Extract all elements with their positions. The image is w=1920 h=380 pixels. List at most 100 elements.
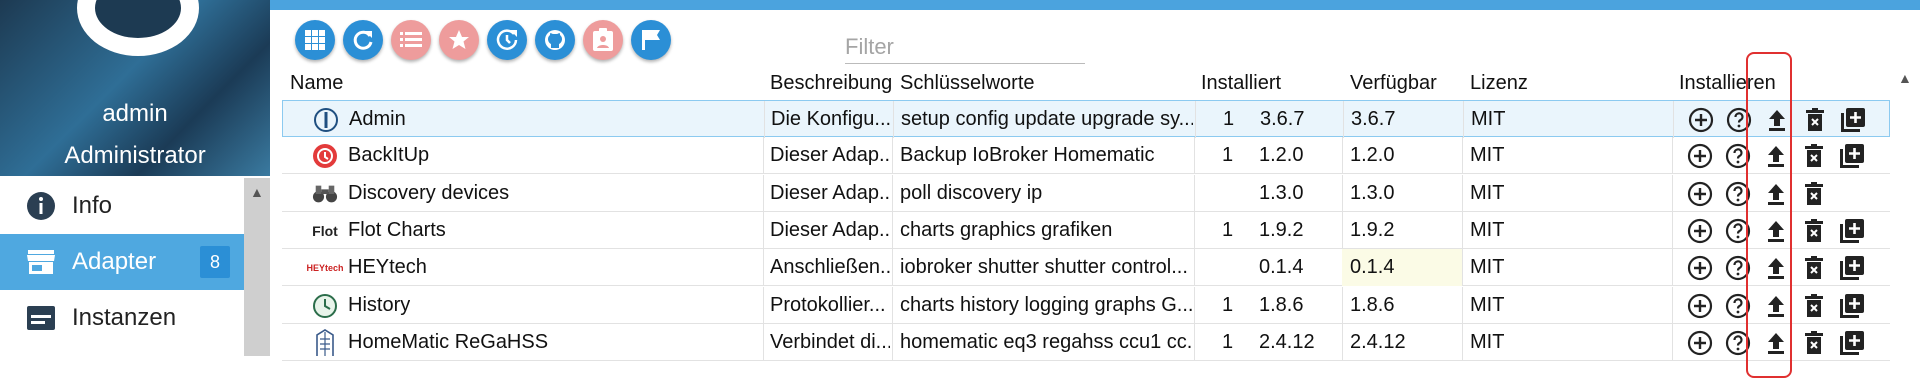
add-instance-icon[interactable] xyxy=(1686,217,1714,245)
delete-icon[interactable] xyxy=(1800,329,1828,357)
sidebar-item-adapter[interactable]: Adapter 8 xyxy=(0,234,244,290)
delete-icon[interactable] xyxy=(1800,254,1828,282)
column-divider xyxy=(1672,211,1673,249)
table-row[interactable]: History Protokollier... charts history log… xyxy=(282,286,1890,324)
heytech-icon: HEYtech xyxy=(306,263,344,274)
tile-view-button[interactable] xyxy=(295,20,335,60)
column-divider xyxy=(1672,137,1673,175)
filter-input[interactable] xyxy=(845,30,1085,64)
add-instance-icon[interactable] xyxy=(1686,180,1714,208)
sidebar-scrollbar[interactable]: ▲ xyxy=(244,178,270,356)
table-row[interactable]: Discovery devices Dieser Adap... poll disc… xyxy=(282,174,1890,212)
instances-icon xyxy=(26,303,56,333)
table-row[interactable]: Admin Die Konfigu... setup config update u… xyxy=(282,100,1890,138)
available-version: 1.9.2 xyxy=(1350,218,1395,241)
table-row[interactable]: Flot Flot Charts Dieser Adap... charts grap… xyxy=(282,211,1890,249)
column-divider xyxy=(1672,174,1673,212)
add-instance-icon[interactable] xyxy=(1687,106,1715,134)
col-header-available[interactable]: Verfügbar xyxy=(1350,66,1437,100)
adapter-name: History xyxy=(348,293,411,316)
installed-version: 1.9.2 xyxy=(1259,218,1304,241)
column-divider xyxy=(1194,249,1195,287)
column-divider xyxy=(1462,174,1463,212)
install-specific-version-icon[interactable] xyxy=(1838,254,1866,282)
col-header-keywords[interactable]: Schlüsselworte xyxy=(900,66,1035,100)
license: MIT xyxy=(1471,108,1506,130)
available-version: 2.4.12 xyxy=(1350,330,1406,353)
adapter-name: Discovery devices xyxy=(348,181,510,204)
column-divider xyxy=(763,137,764,175)
adapter-keywords: iobroker shutter shutter control... xyxy=(900,256,1188,279)
updates-button[interactable] xyxy=(487,20,527,60)
list-view-button[interactable] xyxy=(391,20,431,60)
top-bar xyxy=(270,0,1920,10)
column-divider xyxy=(763,286,764,324)
toolbar xyxy=(295,20,671,60)
adapter-name: Flot Charts xyxy=(348,218,446,241)
github-button[interactable] xyxy=(535,20,575,60)
store-icon xyxy=(26,247,56,277)
add-instance-icon[interactable] xyxy=(1686,292,1714,320)
table-row[interactable]: HEYtech HEYtech Anschließen... iobroker shu… xyxy=(282,249,1890,287)
column-divider xyxy=(764,101,765,138)
instance-count: 1 xyxy=(1223,108,1235,130)
sidebar-item-label: Adapter xyxy=(72,248,157,275)
scroll-up-icon[interactable]: ▲ xyxy=(250,184,264,200)
favorites-button[interactable] xyxy=(439,20,479,60)
col-header-installed[interactable]: Installiert xyxy=(1201,66,1281,100)
user-profile: admin Administrator xyxy=(0,0,270,176)
delete-icon[interactable] xyxy=(1800,217,1828,245)
column-divider xyxy=(1462,323,1463,361)
info-icon xyxy=(26,191,56,221)
instance-count: 1 xyxy=(1222,293,1234,316)
installed-version: 1.2.0 xyxy=(1259,144,1304,167)
refresh-button[interactable] xyxy=(343,20,383,60)
column-divider xyxy=(1672,249,1673,287)
delete-icon[interactable] xyxy=(1801,106,1829,134)
col-header-license[interactable]: Lizenz xyxy=(1470,66,1528,100)
column-divider xyxy=(1194,286,1195,324)
flag-button[interactable] xyxy=(631,20,671,60)
table-scrollbar[interactable]: ▲ xyxy=(1890,66,1920,356)
update-clock-icon xyxy=(496,29,518,50)
column-divider xyxy=(763,211,764,249)
available-version: 1.3.0 xyxy=(1350,181,1395,204)
instance-count: 1 xyxy=(1222,218,1234,241)
col-header-description[interactable]: Beschreibung xyxy=(770,66,892,100)
sidebar-item-instances[interactable]: Instanzen xyxy=(0,290,244,346)
column-divider xyxy=(1195,101,1196,138)
column-divider xyxy=(1672,323,1673,361)
delete-icon[interactable] xyxy=(1800,142,1828,170)
app-root: admin Administrator ▲ Info Adapter 8 Ins… xyxy=(0,0,1920,380)
sidebar-item-label: Instanzen xyxy=(72,304,177,331)
license: MIT xyxy=(1470,293,1505,316)
column-divider xyxy=(1194,174,1195,212)
delete-icon[interactable] xyxy=(1800,292,1828,320)
table-row[interactable]: BackItUp Dieser Adap... Backup IoBroker Ho… xyxy=(282,137,1890,175)
add-instance-icon[interactable] xyxy=(1686,142,1714,170)
column-divider xyxy=(892,249,893,287)
column-divider xyxy=(1462,137,1463,175)
sidebar-item-label: Info xyxy=(72,192,113,219)
binoculars-icon xyxy=(312,181,338,207)
clipboard-button[interactable] xyxy=(583,20,623,60)
sidebar-item-info[interactable]: Info xyxy=(0,178,244,234)
add-instance-icon[interactable] xyxy=(1686,254,1714,282)
flot-icon: Flot xyxy=(312,222,338,239)
backitup-icon xyxy=(312,143,338,169)
install-specific-version-icon[interactable] xyxy=(1838,292,1866,320)
column-divider xyxy=(1462,211,1463,249)
install-specific-version-icon[interactable] xyxy=(1838,217,1866,245)
installed-version: 3.6.7 xyxy=(1260,108,1305,130)
add-instance-icon[interactable] xyxy=(1686,329,1714,357)
delete-icon[interactable] xyxy=(1800,180,1828,208)
col-header-name[interactable]: Name xyxy=(290,66,343,100)
install-specific-version-icon[interactable] xyxy=(1839,106,1867,134)
license: MIT xyxy=(1470,256,1505,279)
license: MIT xyxy=(1470,218,1505,241)
install-specific-version-icon[interactable] xyxy=(1838,142,1866,170)
scroll-up-icon[interactable]: ▲ xyxy=(1898,70,1912,86)
table-row[interactable]: HomeMatic ReGaHSS Verbindet di... homemati… xyxy=(282,323,1890,361)
adapter-keywords: Backup IoBroker Homematic xyxy=(900,144,1155,167)
install-specific-version-icon[interactable] xyxy=(1838,329,1866,357)
